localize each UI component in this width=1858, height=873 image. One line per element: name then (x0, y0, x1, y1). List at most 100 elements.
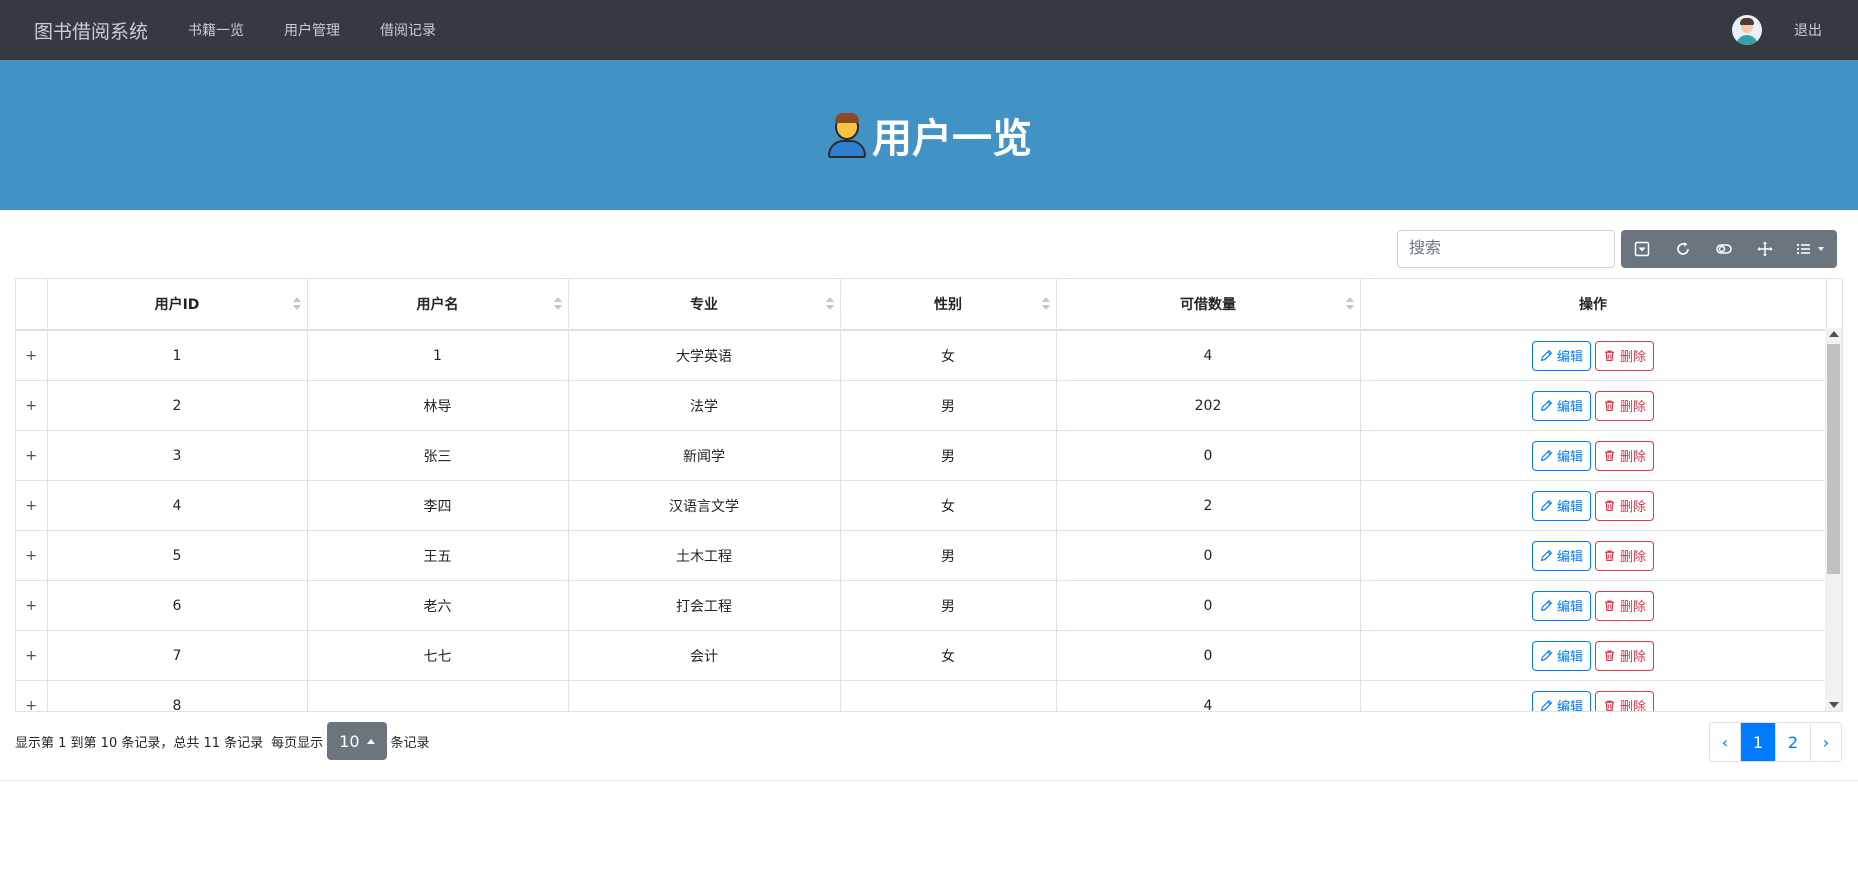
expand-row-button[interactable]: + (25, 498, 37, 514)
navbar: 图书借阅系统 书籍一览 用户管理 借阅记录 退出 (0, 0, 1858, 60)
cell-username (307, 680, 569, 711)
trash-icon (1605, 400, 1614, 411)
expand-row-button[interactable]: + (25, 448, 37, 464)
expand-row-button[interactable]: + (25, 548, 37, 564)
edit-button[interactable]: 编辑 (1531, 640, 1591, 671)
fullscreen-button[interactable] (1744, 230, 1785, 268)
cell-username: 老六 (307, 580, 569, 631)
trash-icon (1605, 450, 1614, 461)
col-major[interactable]: 专业 (568, 279, 841, 331)
edit-button[interactable]: 编辑 (1531, 690, 1591, 711)
edit-button[interactable]: 编辑 (1531, 390, 1591, 421)
logout-link[interactable]: 退出 (1794, 20, 1822, 40)
cell-actions: 编辑 删除 (1360, 330, 1827, 381)
cell-gender (840, 680, 1057, 711)
nav-link-records[interactable]: 借阅记录 (380, 20, 436, 40)
cell-quota: 0 (1056, 430, 1361, 481)
table-row: +8 4 编辑 删除 (16, 680, 1827, 712)
cell-username: 1 (307, 330, 569, 381)
table-scrollbar[interactable] (1825, 328, 1842, 711)
search-input[interactable] (1397, 230, 1615, 268)
cell-gender: 女 (840, 480, 1057, 531)
delete-button[interactable]: 删除 (1595, 590, 1655, 621)
col-user-id[interactable]: 用户ID (47, 279, 308, 331)
page-size-dropdown[interactable]: 10 (327, 722, 387, 760)
cell-actions: 编辑 删除 (1360, 430, 1827, 481)
delete-button[interactable]: 删除 (1595, 340, 1655, 371)
delete-button[interactable]: 删除 (1595, 640, 1655, 671)
cell-user-id: 6 (47, 580, 308, 631)
sort-icon (553, 297, 562, 311)
trash-icon (1605, 600, 1614, 611)
pagination-info: 显示第 1 到第 10 条记录，总共 11 条记录 每页显示 10 条记录 (15, 722, 430, 760)
cell-user-id: 7 (47, 630, 308, 681)
cell-actions: 编辑 删除 (1360, 630, 1827, 681)
toggle-pagination-button[interactable] (1621, 230, 1662, 268)
refresh-button[interactable] (1662, 230, 1703, 268)
scroll-thumb[interactable] (1827, 344, 1840, 574)
col-gender[interactable]: 性别 (840, 279, 1057, 331)
expand-row-button[interactable]: + (25, 648, 37, 664)
col-actions: 操作 (1360, 279, 1827, 331)
pagination: ‹ 1 2 › (1709, 722, 1842, 762)
record-count-text: 显示第 1 到第 10 条记录，总共 11 条记录 (15, 735, 264, 751)
edit-button[interactable]: 编辑 (1531, 540, 1591, 571)
trash-icon (1605, 500, 1614, 511)
expand-row-button[interactable]: + (25, 348, 37, 364)
brand-title[interactable]: 图书借阅系统 (34, 17, 148, 44)
cell-major: 汉语言文学 (568, 480, 841, 531)
per-page-label: 每页显示 (271, 735, 324, 751)
expand-row-button[interactable]: + (25, 698, 37, 712)
expand-row-button[interactable]: + (25, 398, 37, 414)
cell-major: 法学 (568, 380, 841, 431)
edit-button[interactable]: 编辑 (1531, 490, 1591, 521)
scroll-up-arrow[interactable] (1829, 331, 1839, 337)
col-username[interactable]: 用户名 (307, 279, 569, 331)
delete-button[interactable]: 删除 (1595, 490, 1655, 521)
cell-quota: 4 (1056, 330, 1361, 381)
trash-icon (1605, 700, 1614, 711)
cell-gender: 女 (840, 330, 1057, 381)
expand-row-button[interactable]: + (25, 598, 37, 614)
page-next-button[interactable]: › (1810, 723, 1841, 761)
avatar[interactable] (1732, 15, 1762, 45)
delete-button[interactable]: 删除 (1595, 690, 1655, 711)
cell-user-id: 4 (47, 480, 308, 531)
cell-major: 大学英语 (568, 330, 841, 381)
table-row: +2 林导 法学男 202 编辑 删除 (16, 380, 1827, 431)
page-2-button[interactable]: 2 (1775, 723, 1810, 761)
col-expand (16, 279, 48, 331)
edit-button[interactable]: 编辑 (1531, 440, 1591, 471)
cell-major: 会计 (568, 630, 841, 681)
scroll-down-arrow[interactable] (1829, 702, 1839, 708)
edit-button[interactable]: 编辑 (1531, 340, 1591, 371)
delete-button[interactable]: 删除 (1595, 390, 1655, 421)
cell-gender: 男 (840, 580, 1057, 631)
toggle-view-button[interactable] (1703, 230, 1744, 268)
cell-gender: 男 (840, 430, 1057, 481)
table-header-row: 用户ID 用户名 专业 性别 可借数量 操作 (16, 279, 1827, 331)
trash-icon (1605, 350, 1614, 361)
cell-gender: 女 (840, 630, 1057, 681)
columns-dropdown-button[interactable] (1785, 230, 1837, 268)
nav-link-books[interactable]: 书籍一览 (188, 20, 244, 40)
cell-major: 新闻学 (568, 430, 841, 481)
sort-icon (292, 297, 301, 311)
cell-gender: 男 (840, 530, 1057, 581)
pencil-icon (1540, 499, 1553, 512)
cell-user-id: 1 (47, 330, 308, 381)
page-1-button[interactable]: 1 (1740, 723, 1775, 761)
cell-actions: 编辑 删除 (1360, 680, 1827, 711)
table-row: +6 老六 打会工程男 0 编辑 删除 (16, 580, 1827, 631)
cell-actions: 编辑 删除 (1360, 480, 1827, 531)
cell-actions: 编辑 删除 (1360, 530, 1827, 581)
edit-button[interactable]: 编辑 (1531, 590, 1591, 621)
cell-quota: 0 (1056, 630, 1361, 681)
delete-button[interactable]: 删除 (1595, 440, 1655, 471)
nav-link-users[interactable]: 用户管理 (284, 20, 340, 40)
user-table: 用户ID 用户名 专业 性别 可借数量 操作 +1 1 大学英语女 4 编辑 删除 +2 林导… (16, 279, 1827, 712)
col-quota[interactable]: 可借数量 (1056, 279, 1361, 331)
cell-username: 林导 (307, 380, 569, 431)
delete-button[interactable]: 删除 (1595, 540, 1655, 571)
page-prev-button[interactable]: ‹ (1710, 723, 1740, 761)
